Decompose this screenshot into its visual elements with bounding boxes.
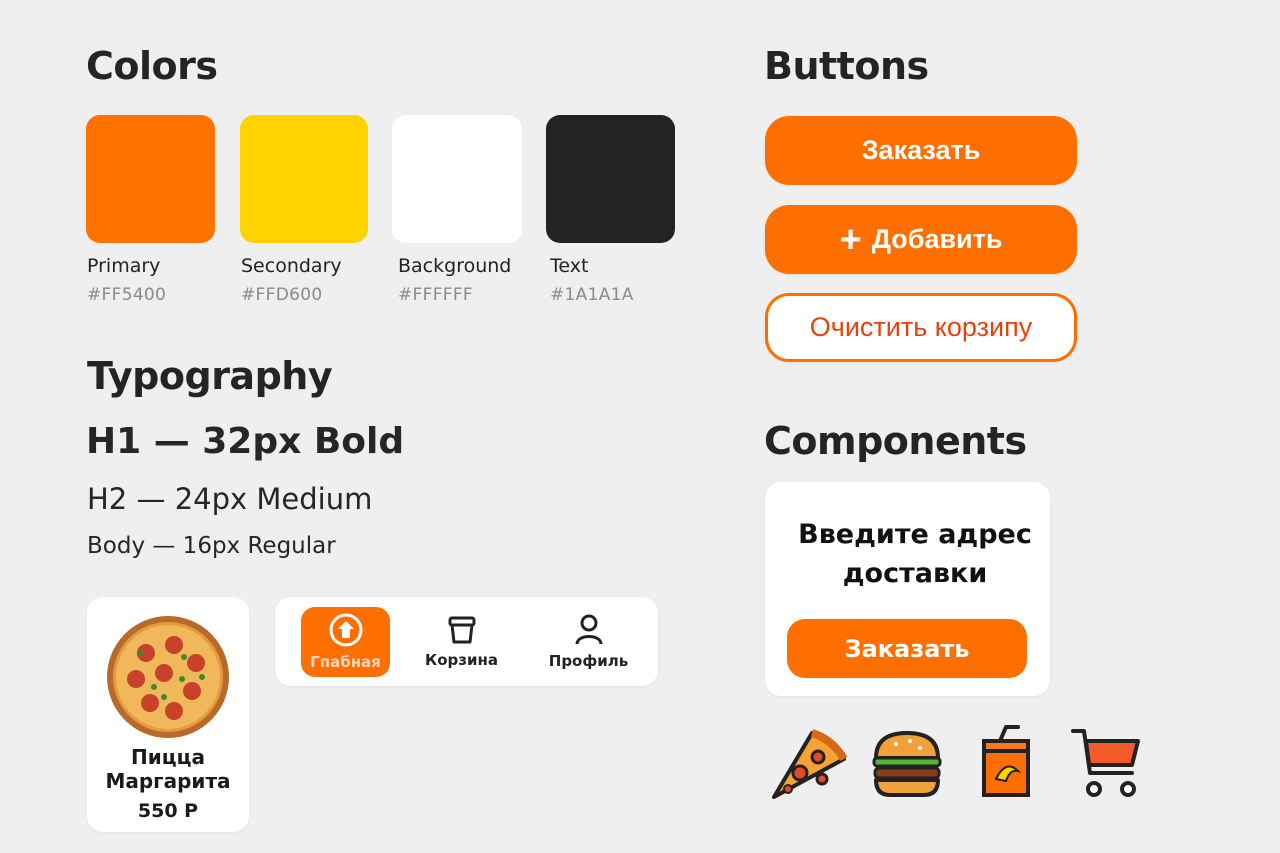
order-button[interactable]: Заказать — [765, 116, 1077, 185]
basket-icon — [448, 616, 475, 644]
swatch-name: Primary — [87, 255, 161, 277]
h1-sample: H1 — 32px Bold — [86, 421, 405, 462]
plus-icon: + — [839, 218, 862, 261]
address-card: Введите адрес доставки Заказать — [765, 482, 1050, 696]
profile-icon — [575, 614, 602, 645]
home-icon — [329, 613, 362, 647]
address-prompt-line1: Введите адрес — [798, 519, 1032, 550]
address-order-button[interactable]: Заказать — [787, 619, 1027, 678]
burger-icon — [872, 731, 942, 797]
address-prompt-line2: доставки — [842, 558, 988, 589]
swatch-name: Text — [550, 255, 589, 277]
pizza-image — [107, 616, 229, 738]
nav-item-profile[interactable]: Профиль — [544, 607, 633, 677]
nav-label-home: Гпабная — [310, 653, 381, 671]
cart-icon — [1071, 729, 1140, 797]
swatch-box — [546, 115, 675, 243]
pizza-slice-icon — [772, 729, 848, 799]
swatch-hex: #FFFFFF — [398, 285, 474, 305]
swatch-hex: #FFD600 — [241, 285, 323, 305]
color-swatch-primary — [86, 115, 215, 243]
buttons-title: Buttons — [764, 44, 929, 88]
add-button-label: Добавить — [871, 224, 1003, 254]
swatch-name: Secondary — [241, 255, 342, 277]
nav-label-cart: Корзина — [424, 651, 498, 669]
swatch-box — [392, 115, 522, 243]
product-name-line2: Маргарита — [105, 769, 231, 793]
color-swatch-secondary — [240, 115, 368, 243]
color-swatch-text — [546, 115, 675, 243]
swatch-name: Background — [398, 255, 512, 277]
nav-item-home[interactable]: Гпабная — [301, 607, 390, 677]
nav-item-cart[interactable]: Корзина — [417, 607, 506, 677]
h2-sample: H2 — 24px Medium — [87, 482, 373, 516]
components-title: Components — [764, 419, 1027, 463]
bottom-nav-bar: Гпабная Корзина Профиль — [275, 597, 658, 686]
add-button[interactable]: + Добавить — [765, 205, 1077, 274]
swatch-box — [240, 115, 368, 243]
nav-label-profile: Профиль — [548, 652, 629, 670]
clear-cart-button[interactable]: Очистить корзипу — [765, 293, 1077, 362]
typography-title: Typography — [87, 354, 333, 398]
colors-title: Colors — [86, 44, 218, 88]
product-card[interactable]: Пицца Маргарита 550 Р — [87, 597, 249, 832]
drink-icon — [982, 725, 1030, 797]
product-name-line1: Пицца — [131, 745, 205, 769]
swatch-hex: #1A1A1A — [550, 285, 634, 305]
swatch-box — [86, 115, 215, 243]
swatch-hex: #FF5400 — [87, 285, 167, 305]
color-swatch-background — [392, 115, 522, 243]
body-sample: Body — 16px Regular — [87, 533, 336, 559]
product-price: 550 Р — [137, 800, 199, 822]
